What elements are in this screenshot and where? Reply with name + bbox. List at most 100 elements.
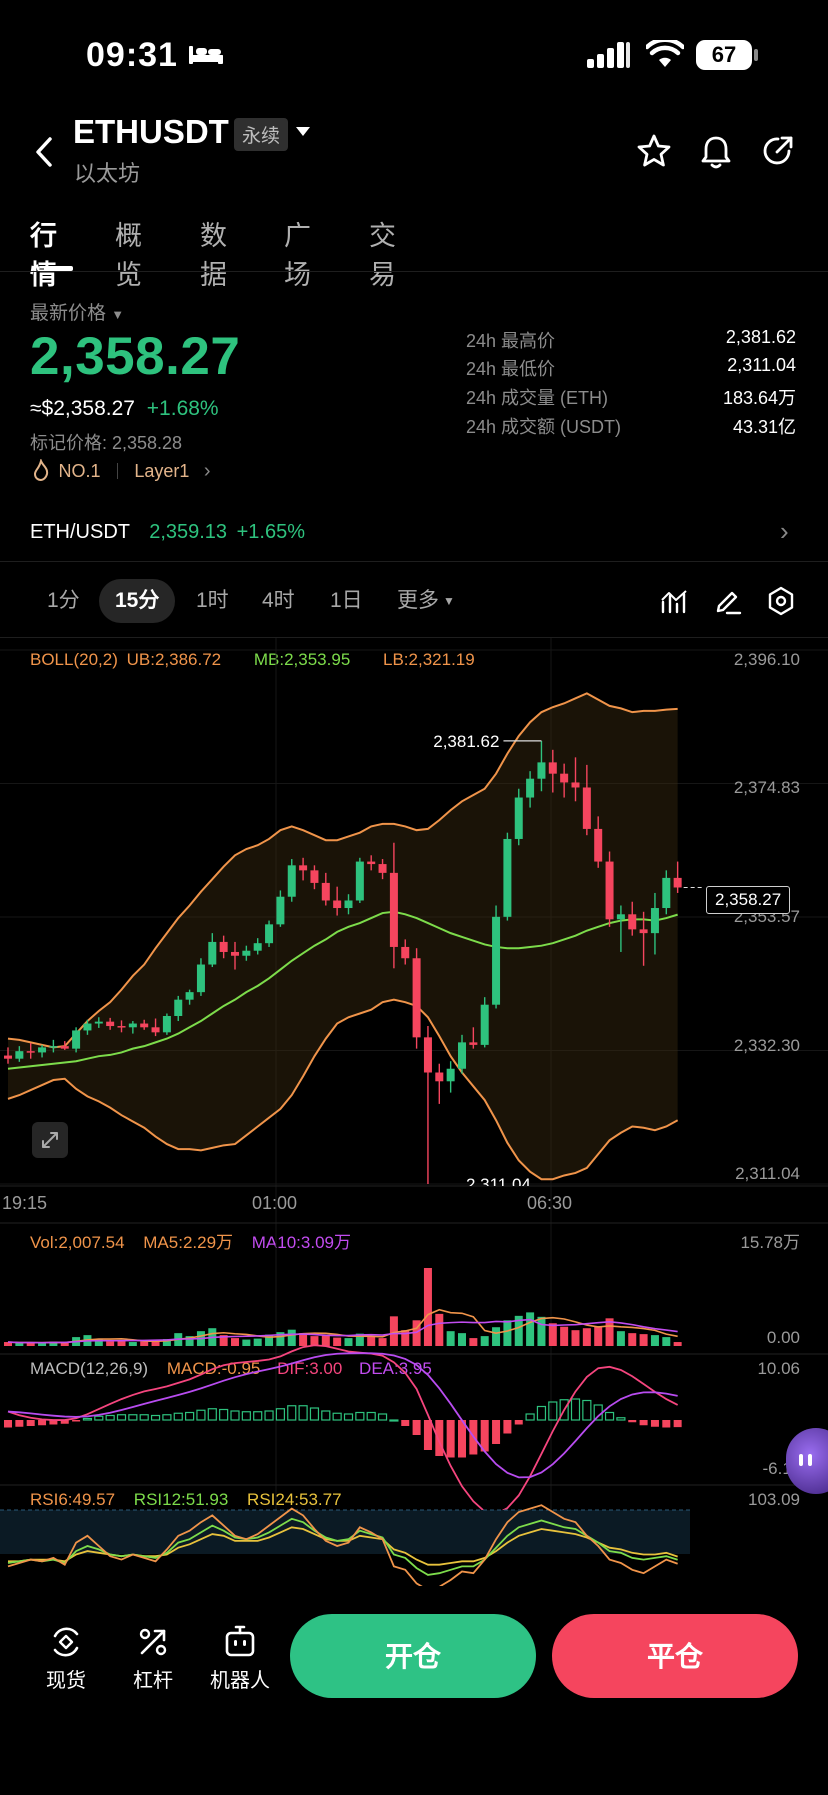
- candle-body: [208, 941, 217, 965]
- candle-body: [605, 861, 614, 920]
- assistant-icon: [799, 1454, 812, 1466]
- macd-hist-bar: [230, 1410, 240, 1421]
- flame-icon: [33, 457, 49, 482]
- volume-bar: [367, 1336, 376, 1346]
- macd-hist-bar: [616, 1417, 626, 1421]
- bell-alert-icon[interactable]: [699, 134, 733, 170]
- tab-market[interactable]: 行情: [30, 214, 57, 292]
- candle-body: [367, 861, 376, 865]
- tab-overview[interactable]: 概览: [115, 214, 142, 292]
- candle-body: [560, 773, 569, 783]
- interval-1h[interactable]: 1时: [196, 579, 229, 623]
- macd-axis-label: 10.06: [757, 1359, 800, 1378]
- macd-hist-bar: [366, 1411, 376, 1421]
- nav-spot-label[interactable]: 现货: [21, 1664, 111, 1693]
- low-marker-label: 2,311.04: [466, 1175, 531, 1194]
- macd-hist-bar: [116, 1414, 127, 1421]
- spot-icon[interactable]: [49, 1625, 83, 1659]
- time-axis-label: 01:00: [252, 1193, 298, 1213]
- interval-15m[interactable]: 15分: [99, 579, 176, 623]
- candle-body: [412, 958, 421, 1038]
- spot-chevron-icon[interactable]: ›: [780, 516, 789, 547]
- category-tag: Layer1: [134, 461, 190, 481]
- draw-pencil-icon[interactable]: [714, 587, 742, 615]
- candle-body: [537, 762, 546, 779]
- macd-hist-bar: [446, 1420, 455, 1458]
- candle-body: [333, 900, 342, 909]
- macd-hist-bar: [604, 1411, 615, 1421]
- price-axis-label: 2,332.30: [733, 1036, 800, 1055]
- stat-value-high: 2,381.62: [725, 327, 796, 347]
- stat-value-low: 2,311.04: [727, 355, 796, 375]
- macd-hist-bar: [241, 1411, 251, 1421]
- nav-leverage-label[interactable]: 杠杆: [108, 1664, 198, 1693]
- price-axis-label: 2,374.83: [733, 778, 800, 797]
- open-position-button[interactable]: 开仓: [290, 1614, 536, 1698]
- candle-body: [423, 1037, 432, 1073]
- volume-bar: [628, 1333, 637, 1346]
- candle-body: [231, 951, 239, 956]
- macd-hist-bar: [548, 1401, 558, 1421]
- macd-hist-bar: [389, 1419, 399, 1422]
- robot-icon[interactable]: [223, 1623, 257, 1659]
- macd-hist-bar: [673, 1420, 682, 1428]
- macd-hist-bar: [355, 1411, 365, 1421]
- back-arrow-icon[interactable]: [34, 136, 54, 168]
- macd-hist-bar: [128, 1414, 138, 1421]
- expand-icon: [42, 1132, 58, 1148]
- tab-data[interactable]: 数据: [200, 214, 227, 292]
- interval-4h[interactable]: 4时: [262, 579, 295, 623]
- stat-label-volume: 24h 成交量 (ETH): [466, 388, 609, 408]
- macd-hist-bar: [219, 1408, 229, 1421]
- volume-bar: [333, 1337, 342, 1346]
- candle-body: [401, 946, 410, 959]
- macd-hist-bar: [593, 1404, 603, 1421]
- expand-chart-button[interactable]: [32, 1122, 68, 1158]
- candle-body: [628, 914, 637, 930]
- time-axis-label: 06:30: [527, 1193, 573, 1213]
- spot-pair-row[interactable]: ETH/USDT 2,359.13 +1.65%: [30, 521, 305, 544]
- volume-bar: [344, 1338, 353, 1346]
- star-favorite-icon[interactable]: [637, 134, 671, 168]
- leverage-icon[interactable]: [136, 1625, 170, 1659]
- macd-hist-bar: [536, 1405, 547, 1421]
- volume-bar: [435, 1313, 444, 1346]
- interval-1d[interactable]: 1日: [330, 579, 363, 623]
- candle-body: [151, 1027, 160, 1033]
- usd-price-row: ≈$2,358.27 +1.68%: [30, 397, 219, 421]
- tab-square[interactable]: 广场: [284, 214, 311, 292]
- stat-label-high: 24h 最高价: [466, 331, 556, 351]
- stat-label-turnover: 24h 成交额 (USDT): [466, 417, 622, 437]
- indicator-icon[interactable]: [660, 588, 688, 614]
- volume-bar: [582, 1328, 591, 1346]
- volume-bar: [231, 1338, 239, 1346]
- close-position-button[interactable]: 平仓: [552, 1614, 798, 1698]
- macd-hist-bar: [275, 1408, 285, 1421]
- volume-bar: [38, 1343, 47, 1346]
- candle-body: [469, 1042, 478, 1045]
- floating-assistant-button[interactable]: [786, 1428, 828, 1494]
- candle-body: [299, 865, 308, 871]
- volume-bar: [287, 1329, 296, 1346]
- tab-trade[interactable]: 交易: [369, 214, 396, 292]
- vol-axis-label: 15.78万: [740, 1233, 800, 1252]
- candle-body: [83, 1023, 92, 1031]
- candle-body: [514, 797, 523, 839]
- spot-pair: ETH/USDT: [30, 521, 130, 543]
- macd-hist-bar: [401, 1420, 410, 1426]
- macd-hist-bar: [196, 1409, 206, 1421]
- stat-label-low: 24h 最低价: [466, 359, 556, 379]
- symbol-dropdown-icon[interactable]: [296, 127, 310, 136]
- tags-row[interactable]: NO.1 Layer1 ›: [32, 457, 211, 483]
- candle-body: [548, 762, 557, 774]
- interval-1m[interactable]: 1分: [47, 579, 80, 623]
- symbol-title[interactable]: ETHUSDT: [73, 113, 229, 151]
- share-icon[interactable]: [761, 134, 795, 168]
- nav-robot-label[interactable]: 机器人: [195, 1664, 285, 1693]
- interval-more[interactable]: 更多 ▼: [397, 579, 455, 623]
- macd-hist-bar: [377, 1413, 388, 1421]
- candle-body: [162, 1016, 171, 1033]
- chart-settings-icon[interactable]: [767, 586, 795, 616]
- volume-bar: [548, 1323, 557, 1346]
- latest-price-label[interactable]: 最新价格 ▼: [30, 298, 124, 325]
